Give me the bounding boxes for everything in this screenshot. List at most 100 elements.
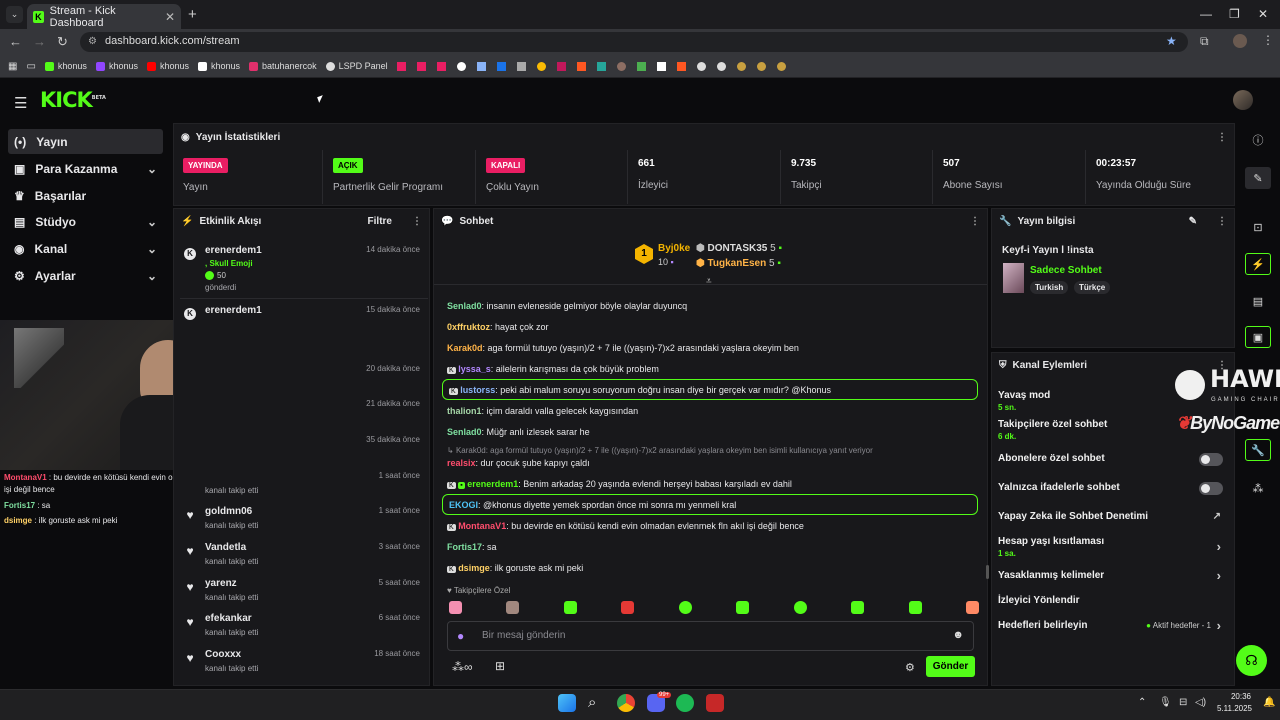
- emote-icon[interactable]: [621, 601, 635, 614]
- top-gifter-name[interactable]: Byj0ke: [658, 243, 690, 254]
- store-icon[interactable]: ⊞: [495, 659, 505, 673]
- browser-menu-icon[interactable]: ⋮: [1262, 33, 1274, 47]
- action-emote-only[interactable]: Yalnızca ifadelerle sohbet: [998, 482, 1233, 495]
- chat-menu-icon[interactable]: ⋮: [970, 216, 980, 227]
- sidebar-item-para-kazanma[interactable]: ▣ Para Kazanma ⌄: [8, 156, 163, 181]
- browser-tab[interactable]: K Stream - Kick Dashboard ✕: [27, 4, 181, 29]
- bookmark-icon[interactable]: [556, 61, 566, 71]
- document-icon[interactable]: ▤: [1245, 290, 1271, 312]
- sidebar-item-yayin[interactable]: (•) Yayın: [8, 129, 163, 154]
- emote-icon[interactable]: [793, 601, 807, 614]
- bookmark-icon[interactable]: [496, 61, 506, 71]
- emote-only-toggle[interactable]: [1199, 482, 1223, 495]
- chat-tools-icon[interactable]: ⁂∞: [452, 660, 473, 674]
- bookmark-icon[interactable]: [696, 61, 706, 71]
- bookmark-icon[interactable]: [476, 61, 486, 71]
- sidebar-item-studyo[interactable]: ▤ Stüdyo ⌄: [8, 209, 163, 234]
- edit-icon[interactable]: ✎: [1245, 167, 1271, 189]
- chat-input[interactable]: ● Bir mesaj gönderin ☻: [447, 621, 974, 651]
- info-icon[interactable]: ⓘ: [1245, 129, 1271, 151]
- emote-icon[interactable]: [678, 601, 692, 614]
- kick-logo[interactable]: KICKBETA: [40, 88, 106, 112]
- app-icon[interactable]: [706, 694, 724, 712]
- menu-icon[interactable]: ☰: [14, 94, 27, 112]
- bookmark-icon[interactable]: [616, 61, 626, 71]
- new-tab-button[interactable]: +: [188, 6, 197, 23]
- wrench-tool-icon[interactable]: 🔧: [1245, 439, 1271, 461]
- action-ai-moderation[interactable]: Yapay Zeka ile Sohbet Denetimi ↗: [998, 511, 1233, 522]
- actions-tool-icon[interactable]: ⁂: [1245, 477, 1271, 499]
- clock-date[interactable]: 5.11.2025: [1212, 704, 1252, 713]
- back-button[interactable]: ←: [9, 34, 22, 49]
- action-banned-words[interactable]: Yasaklanmış kelimeler ›: [998, 568, 1233, 583]
- action-raid[interactable]: İzleyici Yönlendir: [998, 595, 1233, 606]
- bookmark-icon[interactable]: [576, 61, 586, 71]
- folder-icon[interactable]: ▭: [26, 61, 35, 72]
- chat-settings-icon[interactable]: ⚙: [905, 661, 915, 674]
- bookmark-item[interactable]: batuhanercok: [249, 61, 317, 71]
- bookmark-item[interactable]: khonus: [146, 61, 189, 71]
- tray-chevron-icon[interactable]: ⌃: [1138, 697, 1146, 708]
- close-window-button[interactable]: ✕: [1258, 7, 1268, 21]
- chat-tool-icon[interactable]: ▣: [1245, 326, 1271, 348]
- reload-button[interactable]: ↻: [57, 34, 68, 50]
- top-gifter-3[interactable]: ⬢ TugkanEsen 5 ▪: [696, 258, 781, 269]
- expand-chevron-icon[interactable]: ⩡: [706, 276, 712, 287]
- bookmark-icon[interactable]: [636, 61, 646, 71]
- sidebar-item-ayarlar[interactable]: ⚙ Ayarlar ⌄: [8, 263, 163, 288]
- camera-icon[interactable]: ⊡: [1245, 216, 1271, 238]
- microphone-tray-icon[interactable]: 🎙: [1159, 697, 1172, 708]
- bookmark-icon[interactable]: [416, 61, 426, 71]
- subscribers-only-toggle[interactable]: [1199, 453, 1223, 466]
- edit-pencil-icon[interactable]: ✎: [1189, 216, 1197, 227]
- bookmark-icon[interactable]: [756, 61, 766, 71]
- search-icon[interactable]: ⌕: [588, 694, 596, 711]
- emote-icon[interactable]: [908, 601, 922, 614]
- emote-icon[interactable]: [965, 601, 979, 614]
- top-gifter-2[interactable]: ⬢ DONTASK35 5 ▪: [696, 243, 782, 254]
- spotify-icon[interactable]: [676, 694, 694, 712]
- volume-icon[interactable]: ◁): [1195, 697, 1206, 708]
- chrome-icon[interactable]: [617, 694, 635, 712]
- emote-icon[interactable]: [736, 601, 750, 614]
- notification-bell-icon[interactable]: 🔔: [1263, 697, 1275, 708]
- tag-pill[interactable]: Türkçe: [1074, 281, 1111, 294]
- profile-avatar[interactable]: [1233, 34, 1247, 48]
- apps-icon[interactable]: ▦: [8, 61, 17, 72]
- bookmark-icon[interactable]: [656, 61, 666, 71]
- emote-icon[interactable]: [449, 601, 462, 614]
- bookmark-star-icon[interactable]: ★: [1166, 34, 1177, 48]
- network-icon[interactable]: ⊟: [1179, 697, 1187, 708]
- tag-pill[interactable]: Turkish: [1030, 281, 1069, 294]
- bookmark-icon[interactable]: [536, 61, 546, 71]
- stream-info-menu-icon[interactable]: ⋮: [1217, 216, 1227, 227]
- bookmark-icon[interactable]: [596, 61, 606, 71]
- sidebar-item-kanal[interactable]: ◉ Kanal ⌄: [8, 236, 163, 261]
- activity-menu-icon[interactable]: ⋮: [412, 216, 422, 227]
- extensions-icon[interactable]: ⧉: [1200, 34, 1209, 49]
- filter-button[interactable]: Filtre: [368, 216, 392, 227]
- bookmark-item[interactable]: khonus: [44, 61, 87, 71]
- emote-icon[interactable]: [506, 601, 520, 614]
- chat-scrollbar[interactable]: [986, 565, 989, 579]
- bookmark-item[interactable]: LSPD Panel: [325, 61, 388, 71]
- forward-button[interactable]: →: [33, 34, 46, 49]
- bookmark-item[interactable]: khonus: [95, 61, 138, 71]
- url-input[interactable]: dashboard.kick.com/stream: [80, 32, 1188, 52]
- minimize-button[interactable]: —: [1200, 7, 1212, 21]
- bookmark-icon[interactable]: [736, 61, 746, 71]
- bolt-tool-icon[interactable]: ⚡: [1245, 253, 1271, 275]
- action-goals[interactable]: Hedefleri belirleyin ● Aktif hedefler - 1…: [998, 618, 1233, 633]
- stats-menu-icon[interactable]: ⋮: [1217, 132, 1227, 143]
- site-info-icon[interactable]: ⚙: [88, 36, 97, 47]
- bookmark-icon[interactable]: [716, 61, 726, 71]
- user-avatar[interactable]: [1233, 90, 1253, 110]
- support-headset-icon[interactable]: ☊: [1236, 645, 1267, 676]
- action-subscribers-only[interactable]: Abonelere özel sohbet: [998, 453, 1233, 466]
- category-name[interactable]: Sadece Sohbet: [1030, 265, 1102, 276]
- bookmark-icon[interactable]: [456, 61, 466, 71]
- emote-icon[interactable]: [563, 601, 577, 614]
- emoji-icon[interactable]: ☻: [952, 629, 964, 641]
- bookmark-icon[interactable]: [776, 61, 786, 71]
- microphone-icon[interactable]: ●: [457, 629, 464, 643]
